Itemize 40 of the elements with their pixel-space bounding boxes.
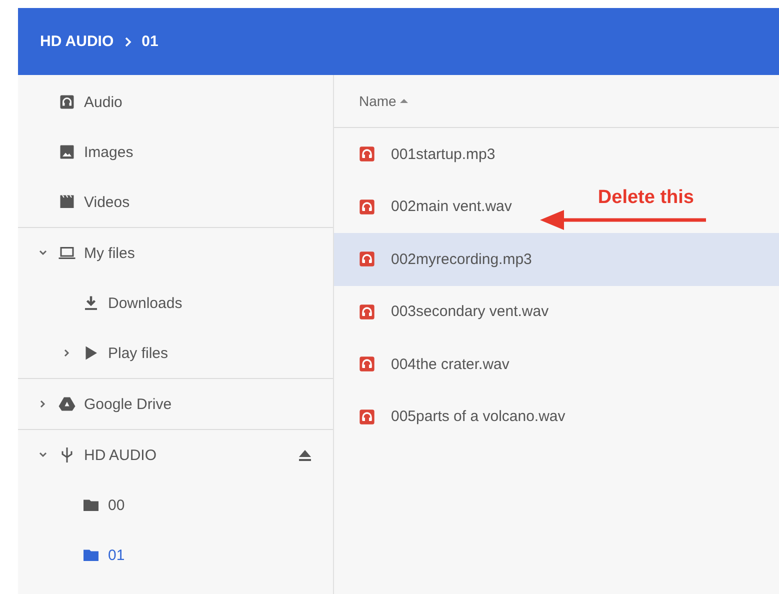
audio-file-icon bbox=[359, 198, 375, 215]
sidebar-item[interactable]: Downloads bbox=[18, 278, 333, 328]
breadcrumb-item[interactable]: HD AUDIO bbox=[40, 33, 114, 50]
audio-file-icon bbox=[359, 304, 375, 320]
drive-icon bbox=[58, 395, 76, 413]
file-row[interactable]: 001startup.mp3 bbox=[334, 128, 779, 180]
laptop-icon bbox=[58, 244, 76, 262]
audio-file-icon bbox=[359, 408, 375, 425]
column-header[interactable]: Name bbox=[359, 93, 408, 109]
audio-file-icon bbox=[359, 251, 375, 268]
file-row[interactable]: 004the crater.wav bbox=[334, 338, 779, 390]
sidebar-item[interactable]: Videos bbox=[18, 177, 333, 227]
download-icon bbox=[82, 294, 100, 312]
audio-file-icon bbox=[359, 146, 375, 162]
file-row[interactable]: 002main vent.wav Delete this bbox=[334, 180, 779, 233]
file-name: 002main vent.wav bbox=[391, 198, 512, 216]
clapperboard-icon bbox=[58, 193, 76, 211]
file-name: 005parts of a volcano.wav bbox=[391, 408, 566, 426]
image-icon bbox=[58, 143, 76, 161]
file-name: 003secondary vent.wav bbox=[391, 303, 549, 320]
sidebar-item[interactable]: HD AUDIO bbox=[18, 430, 333, 480]
sidebar-item[interactable]: 01 bbox=[18, 530, 333, 580]
file-name: 004the crater.wav bbox=[391, 356, 510, 373]
breadcrumb-item[interactable]: 01 bbox=[142, 33, 158, 50]
file-name: 002myrecording.mp3 bbox=[391, 250, 532, 268]
file-row[interactable]: 002myrecording.mp3 bbox=[334, 233, 779, 286]
eject-icon[interactable] bbox=[297, 448, 313, 462]
sidebar-item[interactable]: Images bbox=[18, 127, 333, 177]
sidebar-item[interactable]: My files bbox=[18, 228, 333, 278]
sidebar-item[interactable]: Audio bbox=[18, 77, 333, 127]
chevron-right-icon bbox=[124, 36, 132, 46]
annotation-text: Delete this bbox=[598, 186, 694, 208]
sidebar-item[interactable]: Google Drive bbox=[18, 379, 333, 429]
file-row[interactable]: 005parts of a volcano.wav bbox=[334, 390, 779, 443]
sidebar-item[interactable]: Play files bbox=[18, 328, 333, 378]
file-name: 001startup.mp3 bbox=[391, 146, 496, 163]
audio-file-icon bbox=[359, 356, 375, 372]
sidebar-item[interactable]: 00 bbox=[18, 480, 333, 530]
file-row[interactable]: 003secondary vent.wav bbox=[334, 286, 779, 338]
headphones-icon bbox=[58, 93, 76, 111]
